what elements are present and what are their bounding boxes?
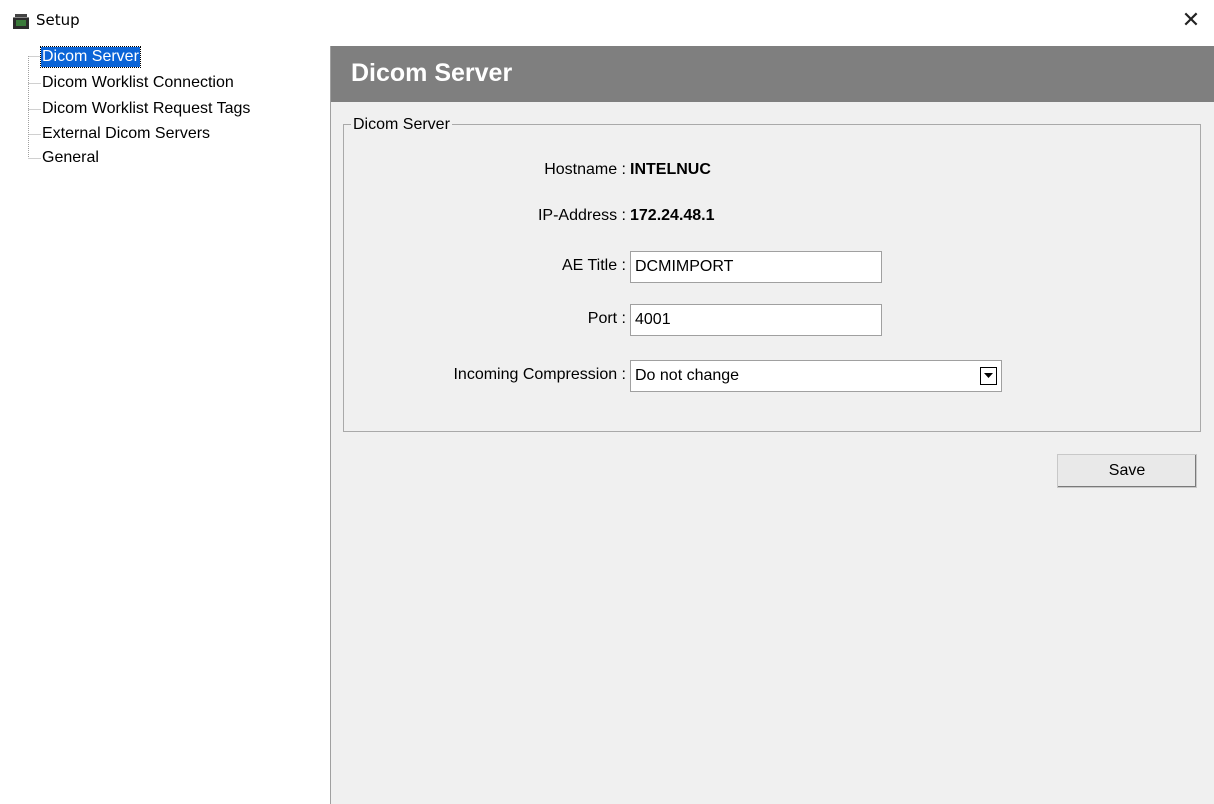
save-button[interactable]: Save [1057,454,1197,488]
tree-item-external-dicom-servers[interactable]: External Dicom Servers [41,124,211,144]
ae-title-label: AE Title : [561,257,626,274]
setup-app-icon [13,14,29,29]
incoming-compression-select[interactable]: Do not change [630,360,1002,392]
tree-item-dicom-worklist-request-tags[interactable]: Dicom Worklist Request Tags [41,99,251,119]
close-button[interactable]: ✕ [1168,0,1214,40]
incoming-compression-value: Do not change [635,367,740,384]
ip-address-label: IP-Address : [537,207,626,224]
window-title: Setup [36,11,80,29]
hostname-value: INTELNUC [630,161,711,178]
group-title: Dicom Server [351,116,452,134]
close-icon: ✕ [1181,7,1201,32]
panel-header: Dicom Server [331,46,1214,102]
incoming-compression-label: Incoming Compression : [453,366,626,383]
hostname-label: Hostname : [544,161,626,178]
port-label: Port : [587,310,626,327]
ae-title-input[interactable] [630,251,882,283]
ip-address-value: 172.24.48.1 [630,207,715,224]
dicom-server-group: Dicom Server Hostname : INTELNUC IP-Addr… [343,116,1201,432]
setup-window: Setup ✕ Dicom Server Dicom Worklist Conn… [0,0,1214,804]
tree-item-dicom-worklist-connection[interactable]: Dicom Worklist Connection [41,73,235,93]
tree-item-dicom-server[interactable]: Dicom Server [40,46,141,68]
panel-title: Dicom Server [351,59,513,87]
dropdown-arrow-icon[interactable] [980,367,997,385]
settings-tree: Dicom Server Dicom Worklist Connection D… [0,46,331,804]
settings-panel: Dicom Server Dicom Server Hostname : INT… [331,46,1214,804]
port-input[interactable] [630,304,882,336]
tree-item-general[interactable]: General [41,148,100,168]
title-bar: Setup ✕ [0,0,1214,46]
tree-connector-lines [28,56,41,159]
